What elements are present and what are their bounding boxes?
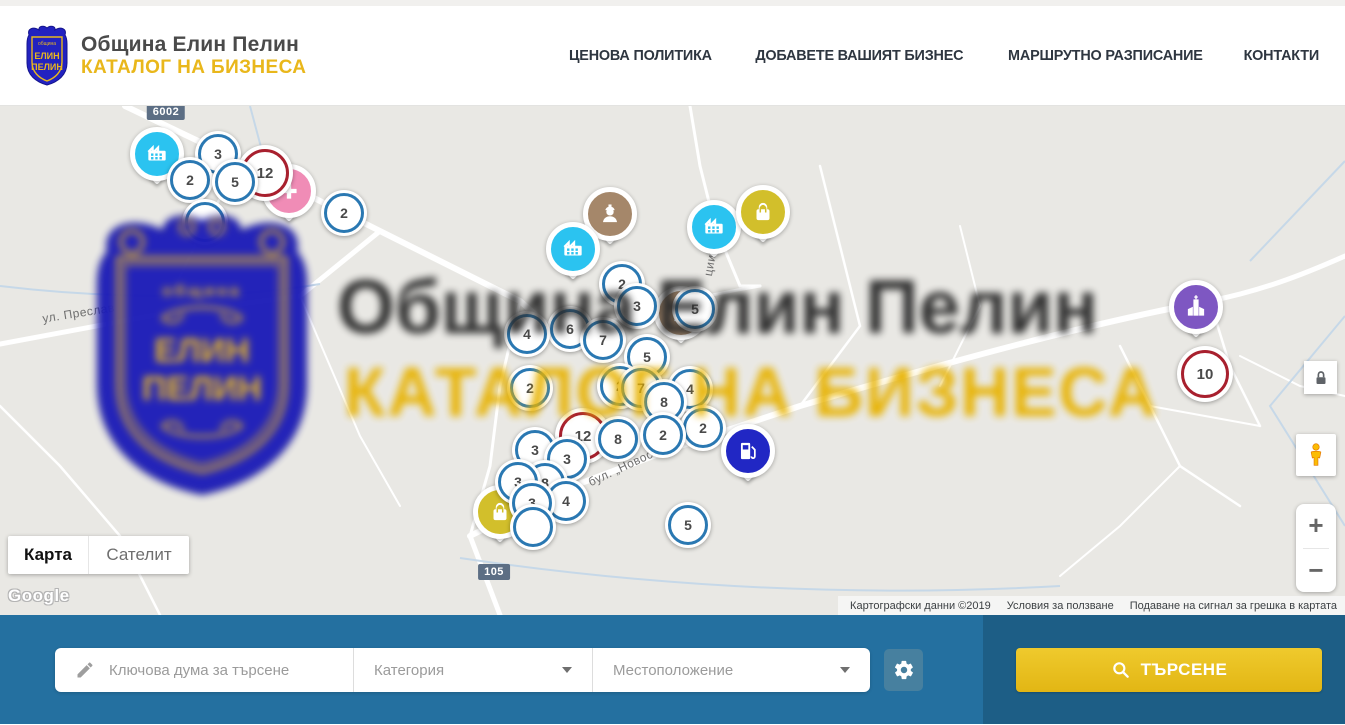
keyword-field-wrap [55, 648, 353, 692]
municipality-shield-icon: община ЕЛИН ПЕЛИН [25, 25, 69, 87]
map-cluster-marker[interactable]: 2 [507, 365, 553, 411]
attribution-copyright: Картографски данни ©2019 [850, 600, 991, 612]
markers-layer: 31225223564752742821282338343510 [0, 106, 1345, 615]
map-type-map-button[interactable]: Карта [8, 536, 88, 574]
map-cluster-marker[interactable]: 7 [580, 317, 626, 363]
category-select-value: Категория [374, 662, 444, 679]
map-pin-church-icon[interactable] [1169, 280, 1223, 346]
pegman-icon [1303, 440, 1329, 470]
svg-text:община: община [38, 41, 56, 47]
zoom-out-button[interactable]: − [1296, 549, 1336, 593]
map-cluster-marker[interactable]: 4 [504, 311, 550, 357]
nav-item[interactable]: ДОБАВЕТЕ ВАШИЯТ БИЗНЕС [755, 47, 963, 64]
map-type-satellite-button[interactable]: Сателит [88, 536, 189, 574]
site-logo[interactable]: община ЕЛИН ПЕЛИН Община Елин Пелин КАТА… [25, 25, 306, 87]
svg-text:ЕЛИН: ЕЛИН [34, 51, 59, 61]
map-cluster-marker[interactable]: 5 [665, 502, 711, 548]
map-cluster-marker[interactable]: 2 [167, 157, 213, 203]
map-cluster-marker[interactable]: 2 [321, 190, 367, 236]
map-attribution: Картографски данни ©2019 Условия за ползв… [838, 596, 1345, 615]
main-nav: ЦЕНОВА ПОЛИТИКА ДОБАВЕТЕ ВАШИЯТ БИЗНЕС МАР… [566, 47, 1321, 64]
zoom-in-button[interactable]: + [1296, 504, 1336, 548]
map-cluster-marker[interactable]: 10 [1177, 346, 1233, 402]
map-pin-bag-icon[interactable] [736, 185, 790, 251]
location-select[interactable]: Местоположение [593, 648, 870, 692]
nav-item[interactable]: ЦЕНОВА ПОЛИТИКА [569, 47, 712, 64]
map-pin-fuel-icon[interactable] [721, 424, 775, 490]
search-submit-label: ТЪРСЕНЕ [1141, 660, 1228, 680]
pencil-icon [75, 660, 95, 680]
map-cluster-marker[interactable]: 3 [614, 283, 660, 329]
map-pin-factory-icon[interactable] [687, 200, 741, 266]
map-cluster-marker[interactable] [510, 504, 556, 550]
chevron-down-icon [840, 667, 850, 673]
map-cluster-marker[interactable]: 5 [672, 286, 718, 332]
lock-button[interactable] [1304, 361, 1337, 394]
site-header: община ЕЛИН ПЕЛИН Община Елин Пелин КАТА… [0, 6, 1345, 106]
brand-subtitle: КАТАЛОГ НА БИЗНЕСА [81, 57, 306, 79]
svg-text:ПЕЛИН: ПЕЛИН [31, 62, 63, 72]
pegman-button[interactable] [1296, 434, 1336, 476]
keyword-search-input[interactable] [107, 661, 331, 680]
nav-item[interactable]: КОНТАКТИ [1244, 47, 1319, 64]
google-logo[interactable]: Google [8, 586, 70, 606]
search-submit-button[interactable]: ТЪРСЕНЕ [1016, 648, 1322, 692]
advanced-settings-button[interactable] [884, 649, 923, 691]
map-type-control: Карта Сателит [8, 536, 189, 574]
search-group: Категория Местоположение [55, 648, 870, 692]
map-cluster-marker[interactable]: 2 [640, 412, 686, 458]
map-cluster-marker[interactable]: 5 [212, 159, 258, 205]
map-pin-factory-icon[interactable] [546, 222, 600, 288]
map-cluster-marker[interactable]: 8 [595, 416, 641, 462]
attribution-link[interactable]: Подаване на сигнал за грешка в картата [1130, 600, 1337, 612]
category-select[interactable]: Категория [354, 648, 592, 692]
search-icon [1111, 660, 1131, 680]
map-cluster-marker[interactable] [182, 199, 228, 245]
nav-item[interactable]: МАРШРУТНО РАЗПИСАНИЕ [1008, 47, 1203, 64]
location-select-value: Местоположение [613, 662, 733, 679]
brand-title: Община Елин Пелин [81, 33, 306, 57]
chevron-down-icon [562, 667, 572, 673]
map-cluster-marker[interactable]: 2 [680, 405, 726, 451]
gear-icon [893, 659, 915, 681]
attribution-link[interactable]: Условия за ползване [1007, 600, 1114, 612]
zoom-control: + − [1296, 504, 1336, 592]
map-canvas[interactable]: 31225223564752742821282338343510 община … [0, 106, 1345, 615]
search-band: Категория Местоположение ТЪРСЕНЕ [0, 615, 1345, 724]
padlock-icon [1312, 369, 1330, 387]
